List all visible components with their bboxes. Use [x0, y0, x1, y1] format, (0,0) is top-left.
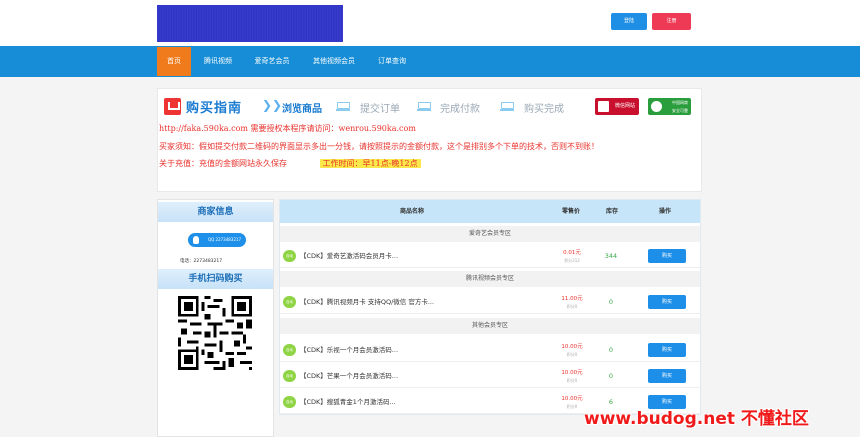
qq-contact-button[interactable]: QQ 2273483217: [188, 233, 246, 247]
trust-badge-line1: 中国网商: [672, 100, 688, 105]
col-name: 商品名称: [400, 208, 425, 215]
work-hours: 工作时间：早11点-晚12点: [319, 159, 421, 168]
auto-tag: 自动: [283, 344, 296, 356]
product-price: 11.00元: [561, 296, 583, 302]
cart-step-icon: [336, 100, 350, 111]
category-header: 腾讯视频会员专区: [280, 271, 700, 287]
col-stock: 库存: [606, 208, 619, 215]
category-header: 其他会员专区: [280, 318, 700, 334]
purchase-guide: 购买指南 ❯❯ 浏览商品 提交订单 完成付款 购买完成 微信网站 中国网商 安全…: [157, 88, 702, 192]
merchant-info-title: 商家信息: [158, 202, 273, 222]
buyer-notice: 买家须知：假如提交付款二维码的界面显示多出一分钱，请按照提示的金额付款，这个是排…: [159, 142, 599, 151]
wechat-site-badge[interactable]: 微信网站: [595, 98, 639, 115]
step-browse: 浏览商品: [282, 104, 322, 115]
product-points: 积分0: [566, 304, 578, 309]
recharge-notice-text: 关于充值：充值的金额网站永久保存: [159, 159, 287, 168]
buy-button[interactable]: 购买: [648, 295, 686, 309]
site-watermark: www.budog.net 不懂社区: [584, 409, 809, 429]
table-row: 自动 【CDK】芒果一个月会员激活码... 10.00元 积分0 0 购买: [280, 364, 700, 388]
step-submit: 提交订单: [360, 104, 400, 115]
product-name[interactable]: 【CDK】乐视一个月会员激活码...: [300, 338, 398, 362]
trust-badge[interactable]: 中国网商 安全可靠: [648, 98, 691, 115]
nav-item-orders[interactable]: 订单查询: [370, 47, 414, 76]
double-arrow-icon: ❯❯: [262, 98, 283, 112]
license-notice: http://faka.590ka.com 需要授权本程序请访问：wenrou.…: [159, 124, 416, 133]
product-name[interactable]: 【CDK】腾讯视频月卡 支持QQ/微信 官方卡...: [300, 290, 434, 314]
login-button[interactable]: 登陆: [611, 13, 647, 30]
product-stock: 0: [608, 372, 614, 380]
category-header: 爱奇艺会员专区: [280, 226, 700, 242]
cart-step-icon: [417, 100, 431, 111]
product-points: 积分312: [564, 258, 580, 263]
main-nav: 首页 腾讯视频 爱奇艺会员 其他视频会员 订单查询: [0, 46, 860, 77]
auto-tag: 自动: [283, 396, 296, 408]
product-price: 10.00元: [561, 396, 583, 402]
recharge-notice: 关于充值：充值的金额网站永久保存 工作时间：早11点-晚12点: [159, 158, 421, 169]
product-table: 商品名称 零售价 库存 操作 爱奇艺会员专区 自动 【CDK】爱奇艺激活码会员月…: [279, 199, 701, 415]
cart-step-icon: [500, 100, 514, 111]
product-stock: 0: [608, 298, 614, 306]
merchant-sidebar: 商家信息 QQ 2273483217 电话：2273483217 手机扫码购买: [157, 199, 274, 437]
cart-icon: [164, 98, 181, 115]
table-header: 商品名称 零售价 库存 操作: [280, 200, 700, 223]
buy-button[interactable]: 购买: [648, 369, 686, 383]
table-row: 自动 【CDK】腾讯视频月卡 支持QQ/微信 官方卡... 11.00元 积分0…: [280, 290, 700, 314]
phone-label: 电话：2273483217: [180, 259, 223, 264]
site-logo[interactable]: [157, 5, 343, 42]
product-name[interactable]: 【CDK】芒果一个月会员激活码...: [300, 364, 398, 388]
product-price: 10.00元: [561, 344, 583, 350]
product-price: 10.00元: [561, 370, 583, 376]
step-pay: 完成付款: [440, 104, 480, 115]
nav-item-home[interactable]: 首页: [157, 47, 191, 76]
product-price: 0.01元: [563, 250, 581, 256]
buy-button[interactable]: 购买: [648, 249, 686, 263]
buy-button[interactable]: 购买: [648, 343, 686, 357]
nav-item-iqiyi[interactable]: 爱奇艺会员: [248, 47, 296, 76]
product-name[interactable]: 【CDK】搜狐青金1个月激活码...: [300, 390, 396, 414]
product-stock: 0: [608, 346, 614, 354]
table-row: 自动 【CDK】乐视一个月会员激活码... 10.00元 积分0 0 购买: [280, 338, 700, 362]
product-points: 积分0: [566, 378, 578, 383]
top-bar: 登陆 注册: [0, 0, 860, 46]
product-points: 积分0: [566, 404, 578, 409]
guide-title: 购买指南: [186, 101, 243, 116]
nav-item-other[interactable]: 其他视频会员: [306, 47, 362, 76]
register-button[interactable]: 注册: [652, 13, 691, 30]
product-stock: 344: [604, 252, 618, 260]
auto-tag: 自动: [283, 250, 296, 262]
scan-title: 手机扫码购买: [158, 269, 273, 289]
col-action: 操作: [659, 208, 672, 215]
product-points: 积分0: [566, 352, 578, 357]
product-name[interactable]: 【CDK】爱奇艺激活码会员月卡...: [300, 244, 398, 268]
step-done: 购买完成: [524, 104, 564, 115]
trust-badge-line2: 安全可靠: [672, 108, 688, 113]
table-row: 自动 【CDK】爱奇艺激活码会员月卡... 0.01元 积分312 344 购买: [280, 244, 700, 268]
qr-code: [178, 296, 252, 370]
col-price: 零售价: [562, 208, 581, 215]
auto-tag: 自动: [283, 296, 296, 308]
auto-tag: 自动: [283, 370, 296, 382]
nav-item-tencent[interactable]: 腾讯视频: [196, 47, 240, 76]
